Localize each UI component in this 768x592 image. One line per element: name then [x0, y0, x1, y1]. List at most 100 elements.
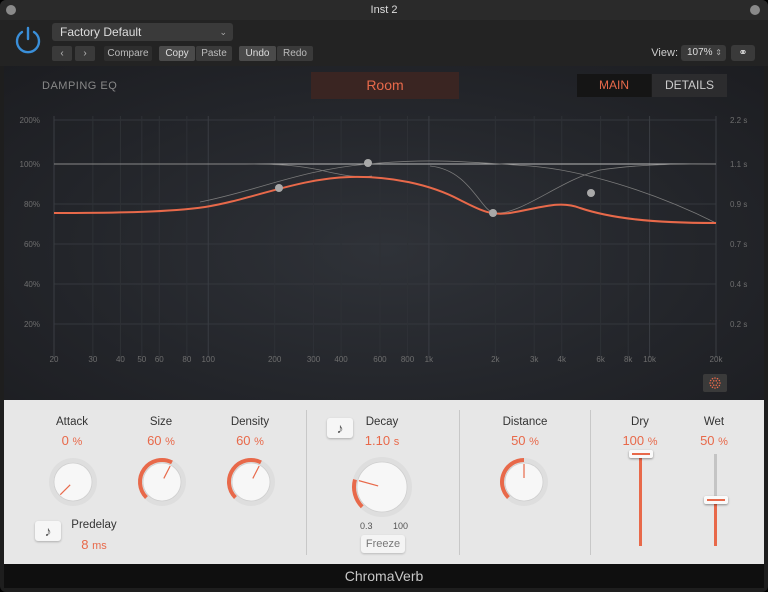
- eq-graph: 200% 100% 80% 60% 40% 20% 2.2 s 1.1 s 0.9 s 0.7 …: [20, 116, 747, 364]
- zoom-dropdown[interactable]: 107% ⇕: [681, 45, 726, 61]
- frequency-tick-label: 40: [116, 355, 125, 364]
- dot-ring-icon: [709, 377, 721, 389]
- distance-knob[interactable]: [496, 454, 552, 510]
- right-tick-label: 1.1 s: [730, 160, 747, 169]
- divider: [306, 410, 307, 555]
- damping-eq-label: DAMPING EQ: [42, 80, 118, 92]
- icon-dot: [712, 384, 715, 386]
- plugin-name: ChromaVerb: [344, 568, 424, 584]
- frequency-tick-label: 1k: [425, 355, 434, 364]
- preset-name: Factory Default: [60, 25, 142, 39]
- density-label: Density: [230, 416, 270, 428]
- copy-button[interactable]: Copy: [159, 46, 195, 61]
- frequency-tick-label: 200: [268, 355, 282, 364]
- icon-dot: [712, 380, 715, 382]
- eq-right-axis: 2.2 s 1.1 s 0.9 s 0.7 s 0.4 s 0.2 s: [730, 116, 747, 329]
- icon-dot: [709, 379, 712, 382]
- divider: [459, 410, 460, 555]
- frequency-tick-label: 100: [202, 355, 216, 364]
- frequency-tick-label: 10k: [643, 355, 657, 364]
- view-label: View:: [651, 47, 678, 59]
- close-window-button[interactable]: [6, 5, 16, 15]
- right-tick-label: 0.9 s: [730, 200, 747, 209]
- link-icon[interactable]: ⚭: [731, 45, 755, 61]
- decay-sync-button[interactable]: ♪: [327, 418, 353, 438]
- attack-knob[interactable]: [45, 454, 101, 510]
- power-icon[interactable]: [12, 24, 44, 56]
- wet-slider-thumb[interactable]: [704, 496, 728, 504]
- left-tick-label: 80%: [24, 200, 40, 209]
- chevron-down-icon: ⌄: [219, 27, 227, 37]
- knob-cap: [356, 461, 408, 513]
- dry-label: Dry: [631, 416, 649, 428]
- compare-button[interactable]: Compare: [104, 46, 152, 61]
- divider: [590, 410, 591, 555]
- icon-dot: [716, 386, 719, 389]
- left-tick-label: 40%: [24, 280, 40, 289]
- updown-arrows-icon: ⇕: [715, 48, 722, 57]
- left-tick-label: 100%: [20, 160, 40, 169]
- icon-dot: [711, 382, 714, 384]
- undo-button[interactable]: Undo: [239, 46, 276, 61]
- size-knob[interactable]: [134, 454, 190, 510]
- predelay-sync-button[interactable]: ♪: [35, 521, 61, 541]
- predelay-value[interactable]: 8 ms: [64, 537, 124, 552]
- decay-knob[interactable]: [348, 453, 416, 521]
- eq-frequency-axis: 20 30 40 50 60 80 100 200 300 400 600 800 1k 2k 3k 4k 6k…: [50, 355, 724, 364]
- frequency-tick-label: 60: [155, 355, 164, 364]
- dry-slider-thumb[interactable]: [629, 450, 653, 458]
- icon-dot: [711, 386, 714, 389]
- icon-dot: [715, 384, 718, 386]
- paste-button[interactable]: Paste: [196, 46, 232, 61]
- decay-label: Decay: [365, 416, 399, 428]
- eq-grid: [53, 116, 717, 358]
- tab-main[interactable]: MAIN: [577, 74, 651, 97]
- decay-max-label: 100: [393, 521, 409, 531]
- dry-slider-fill: [639, 454, 642, 546]
- freeze-button[interactable]: Freeze: [361, 535, 405, 553]
- view-tabs: MAIN DETAILS: [577, 74, 727, 97]
- distance-value: 50 %: [511, 433, 539, 448]
- right-tick-label: 0.2 s: [730, 320, 747, 329]
- window-title: Inst 2: [370, 4, 398, 16]
- right-tick-label: 0.7 s: [730, 240, 747, 249]
- density-knob[interactable]: [223, 454, 279, 510]
- next-preset-button[interactable]: ›: [75, 46, 95, 61]
- preset-dropdown[interactable]: Factory Default ⌄: [52, 23, 233, 41]
- frequency-tick-label: 600: [373, 355, 387, 364]
- frequency-tick-label: 20: [50, 355, 59, 364]
- wet-value: 50 %: [700, 433, 728, 448]
- plugin-window: Inst 2 Factory Default ⌄ ‹ › Compare Cop…: [0, 0, 768, 592]
- distance-label: Distance: [502, 416, 548, 428]
- eq-left-axis: 200% 100% 80% 60% 40% 20%: [20, 116, 40, 329]
- eq-handle-low[interactable]: [275, 184, 283, 192]
- tab-details[interactable]: DETAILS: [652, 74, 727, 97]
- eq-handle-mid[interactable]: [364, 159, 372, 167]
- dry-value: 100 %: [622, 433, 658, 448]
- music-note-icon: ♪: [44, 523, 52, 539]
- wet-slider-fill: [714, 500, 717, 546]
- frequency-tick-label: 300: [307, 355, 321, 364]
- right-tick-label: 2.2 s: [730, 116, 747, 125]
- room-type-selector[interactable]: Room: [311, 72, 459, 99]
- frequency-tick-label: 4k: [558, 355, 567, 364]
- frequency-tick-label: 800: [401, 355, 415, 364]
- frequency-tick-label: 30: [88, 355, 97, 364]
- title-bar: Inst 2: [0, 0, 768, 20]
- eq-handle-high[interactable]: [587, 189, 595, 197]
- size-label: Size: [149, 416, 173, 428]
- icon-dot: [714, 377, 716, 379]
- icon-dot: [718, 379, 721, 382]
- icon-dot: [715, 380, 718, 382]
- left-tick-label: 60%: [24, 240, 40, 249]
- icon-dot: [709, 384, 712, 387]
- frequency-tick-label: 6k: [596, 355, 605, 364]
- settings-icon[interactable]: [703, 374, 727, 392]
- previous-preset-button[interactable]: ‹: [52, 46, 72, 61]
- eq-handle-highmid[interactable]: [489, 209, 497, 217]
- frequency-tick-label: 50: [137, 355, 146, 364]
- zoom-window-button[interactable]: [750, 5, 760, 15]
- music-note-icon: ♪: [336, 420, 344, 436]
- redo-button[interactable]: Redo: [277, 46, 313, 61]
- frequency-tick-label: 400: [334, 355, 348, 364]
